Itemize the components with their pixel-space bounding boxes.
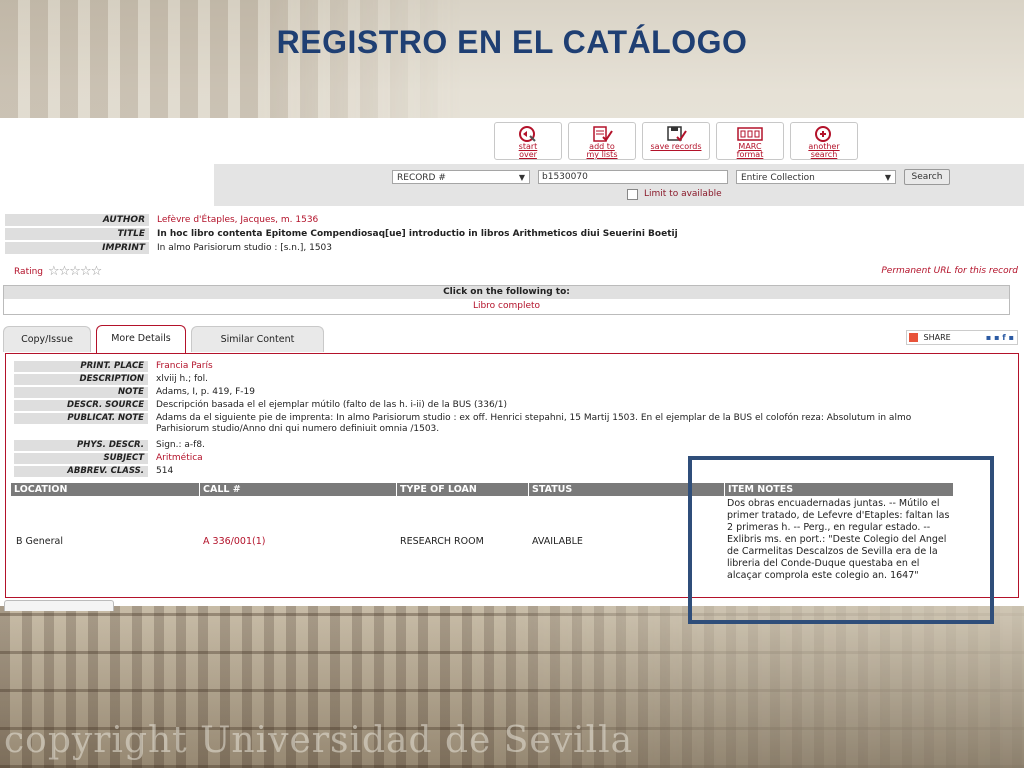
- title-value: In hoc libro contenta Epitome Compendios…: [157, 229, 678, 239]
- detail-description-row: DESCRIPTION xlviij h.; fol.: [14, 374, 1004, 386]
- chevron-down-icon: ▼: [518, 173, 525, 182]
- descr-source-label: DESCR. SOURCE: [14, 400, 148, 411]
- subject-label: SUBJECT: [14, 453, 148, 464]
- tab-more-details[interactable]: More Details: [96, 325, 186, 353]
- add-to-my-lists-button[interactable]: add to my lists: [568, 122, 636, 160]
- description-value: xlviij h.; fol.: [156, 374, 209, 384]
- tab-copy-issue[interactable]: Copy/Issue: [3, 326, 91, 352]
- rating-label: Rating: [14, 267, 44, 277]
- item-notes-highlight-box: [688, 456, 994, 624]
- print-place-link[interactable]: Francia París: [156, 361, 956, 372]
- note-value: Adams, I, p. 419, F-19: [156, 387, 255, 397]
- catalog-toolbar: start over add to my lists save records …: [494, 122, 858, 160]
- copyright-watermark: copyright Universidad de Sevilla: [4, 720, 634, 761]
- another-search-button[interactable]: another search: [790, 122, 858, 160]
- record-title-row: TITLE In hoc libro contenta Epitome Comp…: [5, 228, 1022, 241]
- record-author-row: AUTHOR Lefèvre d'Étaples, Jacques, m. 15…: [5, 214, 1022, 227]
- marc-format-button[interactable]: MARC format: [716, 122, 784, 160]
- description-label: DESCRIPTION: [14, 374, 148, 385]
- partial-bottom-tab: [4, 600, 114, 611]
- limit-available-label: Limit to available: [644, 189, 722, 199]
- another-search-label: another search: [808, 142, 840, 159]
- detail-print-place-row: PRINT. PLACE Francia París: [14, 361, 1004, 373]
- item-location: B General: [16, 536, 63, 547]
- print-place-label: PRINT. PLACE: [14, 361, 148, 372]
- social-icons: ▪ ▪ f ▪: [985, 333, 1014, 342]
- item-type-of-loan: RESEARCH ROOM: [400, 536, 484, 547]
- col-type-of-loan: TYPE OF LOAN: [400, 484, 477, 495]
- add-to-lists-label: add to my lists: [586, 142, 618, 159]
- imprint-label: IMPRINT: [5, 242, 149, 254]
- item-status: AVAILABLE: [532, 536, 583, 547]
- col-status: STATUS: [532, 484, 573, 495]
- author-label: AUTHOR: [5, 214, 149, 226]
- phys-descr-value: Sign.: a-f8.: [156, 440, 205, 450]
- detail-phys-descr-row: PHYS. DESCR. Sign.: a-f8.: [14, 440, 1004, 452]
- marc-format-label: MARC format: [736, 142, 764, 159]
- start-over-button[interactable]: start over: [494, 122, 562, 160]
- save-disk-icon: [665, 125, 687, 143]
- detail-note-row: NOTE Adams, I, p. 419, F-19: [14, 387, 1004, 399]
- search-field-value: RECORD #: [397, 173, 446, 183]
- chevron-down-icon: ▼: [884, 173, 891, 182]
- publicat-note-value: Adams da el siguiente pie de imprenta: I…: [156, 413, 912, 434]
- permanent-url-link[interactable]: Permanent URL for this record: [881, 266, 1018, 276]
- record-imprint-row: IMPRINT In almo Parisiorum studio : [s.n…: [5, 242, 1022, 255]
- collection-select[interactable]: Entire Collection ▼: [736, 170, 896, 184]
- another-search-icon: [813, 125, 835, 143]
- col-call: CALL #: [203, 484, 241, 495]
- save-records-label: save records: [650, 142, 702, 151]
- slide-title: REGISTRO EN EL CATÁLOGO: [276, 24, 748, 60]
- detail-publicat-note-row: PUBLICAT. NOTE Adams da el siguiente pie…: [14, 413, 1004, 437]
- add-to-list-icon: [591, 125, 613, 143]
- collection-value: Entire Collection: [741, 173, 815, 183]
- detail-descr-source-row: DESCR. SOURCE Descripción basada el el e…: [14, 400, 1004, 412]
- search-field-select[interactable]: RECORD # ▼: [392, 170, 530, 184]
- libro-completo-link[interactable]: Libro completo: [4, 299, 1009, 313]
- author-link[interactable]: Lefèvre d'Étaples, Jacques, m. 1536: [157, 214, 318, 226]
- search-button[interactable]: Search: [904, 169, 950, 185]
- limit-available-checkbox[interactable]: [627, 189, 638, 200]
- click-following-box: Click on the following to: Libro complet…: [3, 285, 1010, 315]
- note-label: NOTE: [14, 387, 148, 398]
- marc-grid-icon: [737, 125, 763, 143]
- abbrev-class-label: ABBREV. CLASS.: [14, 466, 148, 477]
- title-label: TITLE: [5, 228, 149, 240]
- start-over-label: start over: [518, 142, 538, 159]
- publicat-note-label: PUBLICAT. NOTE: [14, 413, 148, 424]
- start-over-icon: [517, 125, 539, 143]
- save-records-button[interactable]: save records: [642, 122, 710, 160]
- tab-similar-content[interactable]: Similar Content: [191, 326, 324, 352]
- share-plus-icon: [909, 333, 918, 342]
- phys-descr-label: PHYS. DESCR.: [14, 440, 148, 451]
- descr-source-value: Descripción basada el el ejemplar mútilo…: [156, 400, 507, 410]
- col-location: LOCATION: [14, 484, 68, 495]
- click-following-header: Click on the following to:: [4, 286, 1009, 299]
- share-label: SHARE: [923, 333, 951, 342]
- item-call-number-link[interactable]: A 336/001(1): [203, 536, 265, 547]
- share-widget[interactable]: SHARE ▪ ▪ f ▪: [906, 330, 1018, 345]
- rating-stars[interactable]: ☆☆☆☆☆: [48, 264, 102, 279]
- search-input[interactable]: b1530070: [538, 170, 728, 184]
- search-bar: RECORD # ▼ b1530070 Entire Collection ▼ …: [214, 164, 1024, 206]
- imprint-value: In almo Parisiorum studio : [s.n.], 1503: [157, 243, 332, 253]
